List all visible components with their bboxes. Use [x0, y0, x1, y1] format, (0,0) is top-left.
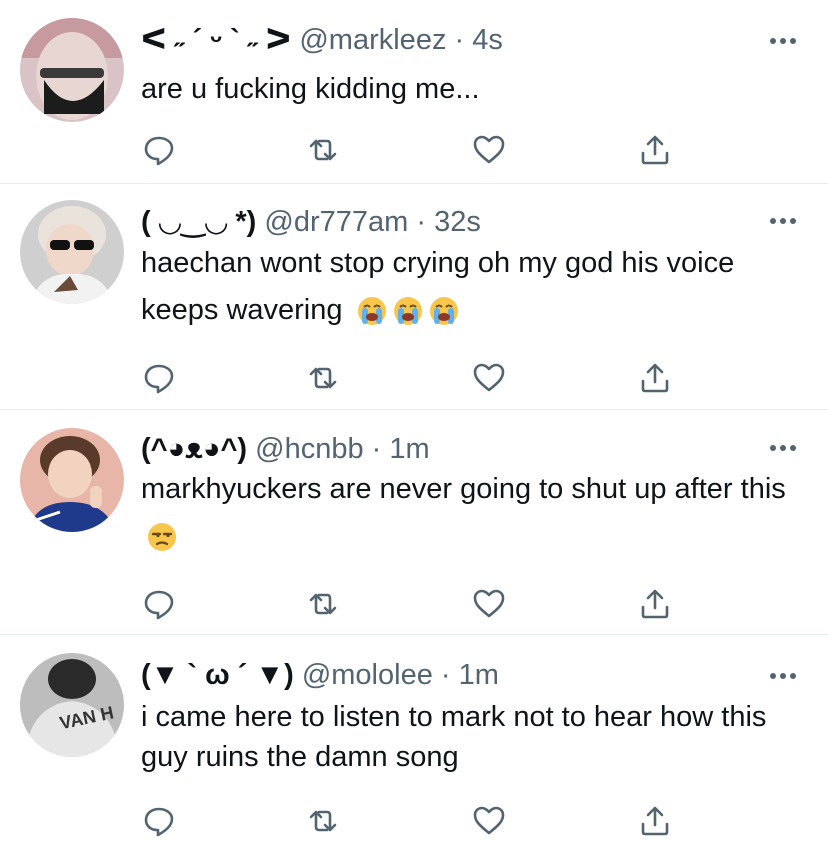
loudly-crying-face-emoji	[429, 297, 458, 326]
avatar-photo	[20, 428, 124, 532]
retweet-icon[interactable]	[305, 132, 341, 168]
user-handle[interactable]: @markleez	[299, 24, 446, 56]
tweet-text-content: markhyuckers are never going to shut up …	[141, 473, 786, 505]
retweet-icon[interactable]	[305, 803, 341, 839]
more-icon[interactable]	[770, 673, 798, 681]
heart-icon[interactable]	[471, 132, 507, 168]
separator-dot: ·	[440, 659, 451, 691]
display-name[interactable]: (^◕ᴥ◕^)	[141, 433, 247, 465]
avatar[interactable]	[20, 428, 124, 532]
share-icon[interactable]	[637, 586, 673, 622]
tweet-text-content: are u fucking kidding me...	[141, 73, 480, 105]
tweet-header: ᐸ ˶ ´ ᵕ ` ˶ ᐳ @markleez · 4s	[141, 22, 768, 58]
unamused-face-emoji	[148, 523, 176, 552]
separator-dot: ·	[454, 24, 465, 56]
display-name[interactable]: (▼ ` ω ´ ▼)	[141, 659, 294, 691]
avatar[interactable]	[20, 18, 124, 122]
share-icon[interactable]	[637, 132, 673, 168]
display-name[interactable]: ( ◡‿◡ *)	[141, 206, 256, 238]
tweet[interactable]: VAN H (▼ ` ω ´ ▼) @mololee · 1m i came h…	[0, 634, 828, 842]
heart-icon[interactable]	[471, 360, 507, 396]
separator-dot: ·	[371, 433, 382, 465]
timestamp[interactable]: 1m	[459, 659, 499, 691]
avatar-photo	[20, 200, 124, 304]
avatar-photo	[20, 18, 124, 122]
share-icon[interactable]	[637, 360, 673, 396]
tweet-header: (▼ ` ω ´ ▼) @mololee · 1m	[141, 657, 768, 693]
timestamp[interactable]: 32s	[434, 206, 481, 238]
reply-icon[interactable]	[141, 360, 177, 396]
tweet-actions	[141, 586, 681, 622]
tweet-text-content: i came here to listen to mark not to hea…	[141, 701, 767, 773]
display-name[interactable]: ᐸ ˶ ´ ᵕ ` ˶ ᐳ	[141, 24, 291, 56]
avatar[interactable]	[20, 200, 124, 304]
tweet[interactable]: (^◕ᴥ◕^) @hcnbb · 1m markhyuckers are nev…	[0, 409, 828, 634]
tweet-header: ( ◡‿◡ *) @dr777am · 32s	[141, 204, 768, 240]
tweet-text: i came here to listen to mark not to hea…	[141, 697, 788, 777]
separator-dot: ·	[416, 206, 427, 238]
more-icon[interactable]	[770, 218, 798, 226]
avatar[interactable]: VAN H	[20, 653, 124, 757]
retweet-icon[interactable]	[305, 360, 341, 396]
tweet-feed: ᐸ ˶ ´ ᵕ ` ˶ ᐳ @markleez · 4s are u fucki…	[0, 0, 828, 842]
heart-icon[interactable]	[471, 803, 507, 839]
avatar-photo: VAN H	[20, 653, 124, 757]
tweet[interactable]: ( ◡‿◡ *) @dr777am · 32s haechan wont sto…	[0, 183, 828, 409]
reply-icon[interactable]	[141, 586, 177, 622]
tweet-header: (^◕ᴥ◕^) @hcnbb · 1m	[141, 431, 768, 467]
tweet-actions	[141, 360, 681, 396]
heart-icon[interactable]	[471, 586, 507, 622]
loudly-crying-face-emoji	[357, 297, 386, 326]
timestamp[interactable]: 1m	[389, 433, 429, 465]
tweet-text: are u fucking kidding me...	[141, 66, 788, 113]
tweet-actions	[141, 803, 681, 839]
user-handle[interactable]: @mololee	[302, 659, 433, 691]
tweet-text: markhyuckers are never going to shut up …	[141, 466, 788, 560]
user-handle[interactable]: @hcnbb	[255, 433, 363, 465]
user-handle[interactable]: @dr777am	[264, 206, 408, 238]
more-icon[interactable]	[770, 38, 798, 46]
tweet-text: haechan wont stop crying oh my god his v…	[141, 240, 788, 334]
retweet-icon[interactable]	[305, 586, 341, 622]
loudly-crying-face-emoji	[393, 297, 422, 326]
tweet[interactable]: ᐸ ˶ ´ ᵕ ` ˶ ᐳ @markleez · 4s are u fucki…	[0, 0, 828, 183]
reply-icon[interactable]	[141, 132, 177, 168]
tweet-actions	[141, 132, 681, 168]
timestamp[interactable]: 4s	[472, 24, 503, 56]
reply-icon[interactable]	[141, 803, 177, 839]
more-icon[interactable]	[770, 445, 798, 453]
share-icon[interactable]	[637, 803, 673, 839]
